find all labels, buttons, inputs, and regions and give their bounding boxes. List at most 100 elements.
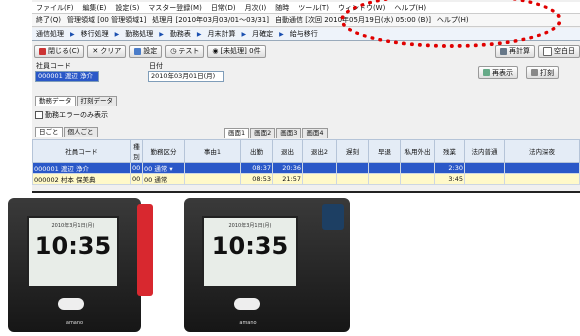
tab-screen-1[interactable]: 画面1 [224, 128, 250, 138]
clock-out-cell[interactable]: 21:57 [272, 173, 303, 185]
menu-edit[interactable]: 編集(E) [83, 3, 107, 13]
refresh-icon [483, 69, 490, 76]
menu-file[interactable]: ファイル(F) [36, 3, 74, 13]
menu-monthly[interactable]: 月次(I) [245, 3, 267, 13]
unprocessed-button[interactable]: ◉ [未処理] 0件 [207, 44, 266, 58]
col-header[interactable]: 遅刻 [336, 139, 369, 163]
cell[interactable] [302, 162, 337, 174]
table-row[interactable]: 000001 渡辺 浄介 00 00 通常 ▾ 08:37 20:36 2:30 [32, 162, 580, 174]
nav-confirm[interactable]: 月確定 [252, 29, 273, 39]
clear-button[interactable]: ✕ クリア [87, 44, 127, 58]
cell[interactable] [368, 173, 401, 185]
close-button[interactable]: 閉じる(C) [34, 44, 85, 58]
recalc-label: 再計算 [509, 47, 530, 55]
cell[interactable] [504, 173, 580, 185]
nav-attendance[interactable]: 勤務処理 [125, 29, 153, 39]
arrow-icon: ▶ [196, 30, 202, 38]
tab-screen-2[interactable]: 画面2 [250, 128, 276, 138]
col-header[interactable]: 法内深夜 [504, 139, 580, 163]
shift-cell[interactable]: 00 通常 ▾ [142, 162, 185, 174]
cell[interactable] [400, 173, 435, 185]
tab-screen-3[interactable]: 画面3 [276, 128, 302, 138]
menu-master[interactable]: マスター登録(M) [148, 3, 202, 13]
test-button[interactable]: ◷ テスト [165, 44, 205, 58]
management-area[interactable]: 管理領域 [00 管理領域1] [67, 15, 146, 25]
cell[interactable] [504, 162, 580, 174]
exit-button[interactable]: 終了(Q) [36, 15, 61, 25]
clock-out-cell[interactable]: 20:36 [272, 162, 303, 174]
tab-attendance-data[interactable]: 勤務データ [35, 96, 76, 106]
col-header[interactable]: 勤務区分 [142, 139, 185, 163]
reason-cell[interactable] [184, 162, 241, 174]
clock-in-cell[interactable]: 08:37 [240, 162, 273, 174]
error-only-option[interactable]: 勤務エラーのみ表示 [35, 110, 108, 120]
employee-code-field[interactable]: 000001 渡辺 浄介 [35, 71, 99, 82]
menu-settings[interactable]: 設定(S) [115, 3, 139, 13]
col-header[interactable]: 早退 [368, 139, 401, 163]
cell[interactable] [336, 173, 369, 185]
nav-month-end[interactable]: 月末計算 [208, 29, 236, 39]
menu-tools[interactable]: ツール(T) [298, 3, 329, 13]
close-icon [39, 47, 46, 55]
employee-code-label: 社員コード [36, 62, 71, 70]
device-button[interactable] [234, 298, 260, 310]
menu-anytime[interactable]: 随時 [275, 3, 289, 13]
cell[interactable] [302, 173, 337, 185]
print-button[interactable]: 打刻 [526, 66, 559, 79]
blank-day-button[interactable]: 空白日 [538, 44, 580, 58]
redisplay-label: 再表示 [492, 68, 513, 77]
dropdown-arrow-icon[interactable]: ▾ [169, 165, 172, 173]
col-header[interactable]: 法内普通 [464, 139, 505, 163]
arrow-icon: ▶ [70, 30, 75, 38]
table-header: 社員コード 種別 勤務区分 事由1 出勤 退出 退出2 遅刻 早退 私用外出 残… [32, 139, 580, 163]
card-reader [322, 204, 344, 230]
col-header[interactable]: 出勤 [240, 139, 273, 163]
employee-code: 000001 [34, 165, 59, 173]
col-header[interactable]: 退出2 [302, 139, 337, 163]
reason-cell[interactable] [184, 173, 241, 185]
cell[interactable] [336, 162, 369, 174]
employee-cell[interactable]: 000001 渡辺 浄介 [32, 162, 131, 174]
date-field[interactable]: 2010年03月01日(月) [148, 71, 224, 82]
kind-cell[interactable]: 00 [130, 173, 143, 185]
device-button[interactable] [58, 298, 84, 310]
x-icon: ✕ [92, 47, 99, 55]
recalc-button[interactable]: 再計算 [495, 44, 535, 58]
cell[interactable] [464, 173, 505, 185]
employee-cell[interactable]: 000002 村本 保美典 [32, 173, 131, 185]
nav-communication[interactable]: 通信処理 [36, 29, 64, 39]
screen-tabs: 画面1 画面2 画面3 画面4 [224, 128, 328, 138]
tab-screen-4[interactable]: 画面4 [302, 128, 328, 138]
nav-payroll[interactable]: 給与移行 [290, 29, 318, 39]
tab-stamp-data[interactable]: 打刻データ [76, 96, 117, 106]
tab-by-day[interactable]: 日ごと [35, 127, 63, 137]
table-row[interactable]: 000002 村本 保美典 00 00 通常 08:53 21:57 3:45 [32, 173, 580, 185]
time-clock-device-1: 2010年3月1日(月) 10:35 amano [8, 198, 153, 332]
col-header[interactable]: 社員コード [32, 139, 131, 163]
nav-timesheet[interactable]: 勤務表 [170, 29, 191, 39]
attendance-table: 社員コード 種別 勤務区分 事由1 出勤 退出 退出2 遅刻 早退 私用外出 残… [32, 139, 580, 185]
col-header[interactable]: 種別 [130, 139, 143, 163]
col-header[interactable]: 残業 [434, 139, 465, 163]
device-screen: 2010年3月1日(月) 10:35 [202, 216, 298, 288]
nav-migration[interactable]: 移行処理 [81, 29, 109, 39]
checkbox[interactable] [35, 111, 43, 119]
col-header[interactable]: 事由1 [184, 139, 241, 163]
col-header[interactable]: 退出 [272, 139, 303, 163]
overtime-cell[interactable]: 2:30 [434, 162, 465, 174]
cell[interactable] [400, 162, 435, 174]
redisplay-button[interactable]: 再表示 [478, 66, 518, 79]
menu-daily[interactable]: 日常(D) [211, 3, 236, 13]
col-header[interactable]: 私用外出 [400, 139, 435, 163]
cell[interactable] [464, 162, 505, 174]
kind-cell[interactable]: 00 [130, 162, 143, 174]
clock-in-cell[interactable]: 08:53 [240, 173, 273, 185]
tab-by-person[interactable]: 個人ごと [63, 127, 98, 137]
cell[interactable] [368, 162, 401, 174]
settings-button[interactable]: 設定 [129, 44, 163, 58]
time-clock-device-2: 2010年3月1日(月) 10:35 amano [184, 198, 350, 332]
overtime-cell[interactable]: 3:45 [434, 173, 465, 185]
toolbar: 閉じる(C) ✕ クリア 設定 ◷ テスト ◉ [未処理] 0件 再計算 空白日 [32, 44, 580, 58]
shift-cell[interactable]: 00 通常 [142, 173, 185, 185]
date-label: 日付 [149, 62, 163, 70]
